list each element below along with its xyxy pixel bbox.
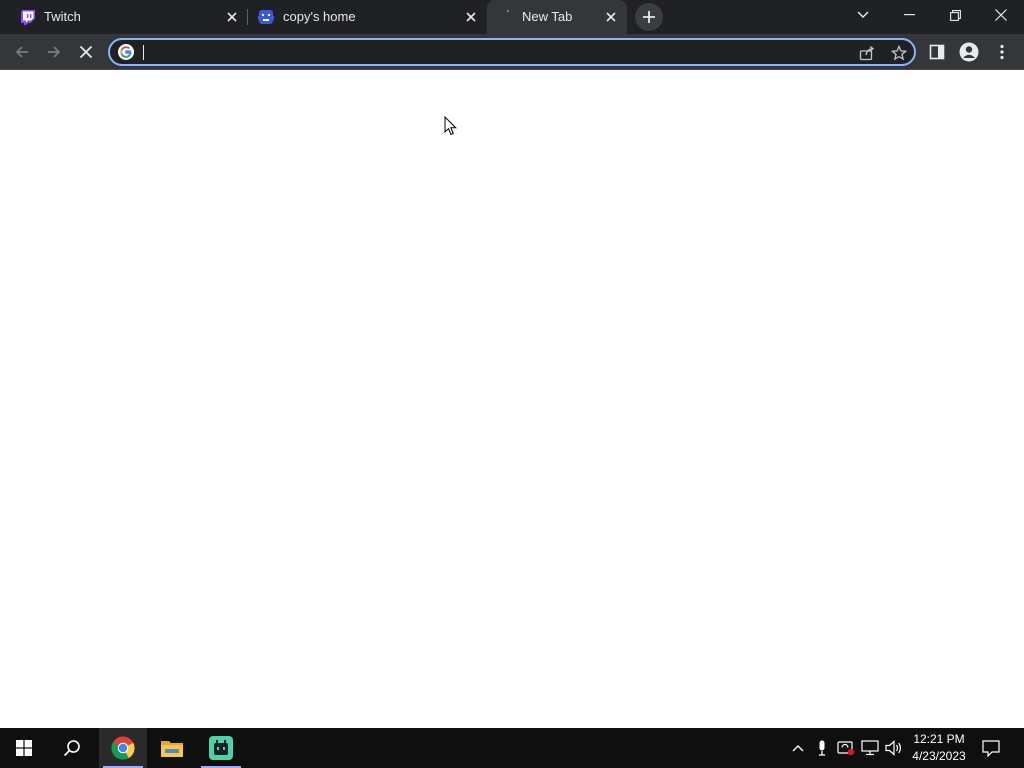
tab-title: Twitch bbox=[44, 9, 81, 24]
tab-twitch[interactable]: Twitch bbox=[8, 0, 246, 34]
tab-close-button[interactable] bbox=[224, 9, 240, 25]
menu-button[interactable] bbox=[986, 36, 1018, 68]
new-tab-button[interactable] bbox=[635, 3, 663, 31]
notifications-icon[interactable] bbox=[981, 738, 1001, 758]
chevron-up-icon[interactable] bbox=[788, 738, 808, 758]
address-bar[interactable] bbox=[108, 38, 916, 66]
tab-title: New Tab bbox=[522, 9, 573, 24]
update-icon[interactable] bbox=[836, 738, 856, 758]
close-icon bbox=[79, 45, 93, 59]
back-button[interactable] bbox=[6, 36, 38, 68]
page-content[interactable] bbox=[0, 71, 1024, 728]
app-icon bbox=[209, 736, 233, 760]
browser-toolbar bbox=[0, 34, 1024, 70]
close-icon bbox=[995, 9, 1007, 21]
side-panel-button[interactable] bbox=[921, 36, 953, 68]
tab-copys-home[interactable]: copy's home bbox=[248, 0, 486, 34]
tab-close-button[interactable] bbox=[463, 9, 479, 25]
address-input[interactable] bbox=[140, 42, 840, 62]
plus-icon bbox=[643, 11, 655, 23]
tab-strip: Twitch copy's home New Tab bbox=[0, 0, 1024, 34]
clock-time: 12:21 PM bbox=[913, 732, 965, 746]
taskbar-file-explorer[interactable] bbox=[148, 728, 196, 768]
twitch-icon bbox=[20, 9, 36, 25]
arrow-right-icon bbox=[48, 46, 61, 58]
more-vertical-icon bbox=[1000, 44, 1004, 60]
restore-button[interactable] bbox=[932, 0, 978, 30]
arrow-left-icon bbox=[15, 46, 28, 58]
search-icon bbox=[63, 740, 80, 757]
tab-search-button[interactable] bbox=[840, 0, 886, 30]
loading-icon bbox=[499, 9, 515, 25]
minimize-button[interactable] bbox=[886, 0, 932, 30]
chevron-down-icon bbox=[857, 11, 869, 18]
close-window-button[interactable] bbox=[978, 0, 1024, 30]
text-caret bbox=[143, 45, 144, 60]
close-icon bbox=[227, 12, 237, 22]
taskbar-chrome[interactable] bbox=[99, 728, 147, 768]
tab-new-tab[interactable]: New Tab bbox=[487, 0, 627, 34]
profile-button[interactable] bbox=[953, 36, 985, 68]
chrome-icon bbox=[111, 736, 135, 760]
close-icon bbox=[606, 12, 616, 22]
minimize-icon bbox=[903, 14, 915, 16]
microphone-icon[interactable] bbox=[812, 738, 832, 758]
restore-icon bbox=[949, 9, 961, 21]
network-icon[interactable] bbox=[860, 738, 880, 758]
forward-button[interactable] bbox=[38, 36, 70, 68]
volume-icon[interactable] bbox=[884, 738, 904, 758]
windows-icon bbox=[16, 740, 32, 756]
tab-close-button[interactable] bbox=[603, 9, 619, 25]
taskbar: 12:21 PM 4/23/2023 bbox=[0, 728, 1024, 768]
bookmark-star-icon[interactable] bbox=[890, 44, 908, 62]
google-icon bbox=[118, 44, 134, 60]
side-panel-icon bbox=[929, 44, 945, 60]
tab-title: copy's home bbox=[283, 9, 356, 24]
file-explorer-icon bbox=[161, 741, 183, 757]
close-icon bbox=[466, 12, 476, 22]
game-icon bbox=[258, 9, 274, 25]
share-icon[interactable] bbox=[858, 44, 876, 62]
stop-loading-button[interactable] bbox=[70, 36, 102, 68]
taskbar-clock[interactable]: 12:21 PM 4/23/2023 bbox=[904, 731, 974, 765]
start-button[interactable] bbox=[0, 728, 48, 768]
search-button[interactable] bbox=[48, 728, 96, 768]
clock-date: 4/23/2023 bbox=[912, 749, 966, 763]
taskbar-app[interactable] bbox=[197, 728, 245, 768]
profile-icon bbox=[959, 42, 979, 62]
